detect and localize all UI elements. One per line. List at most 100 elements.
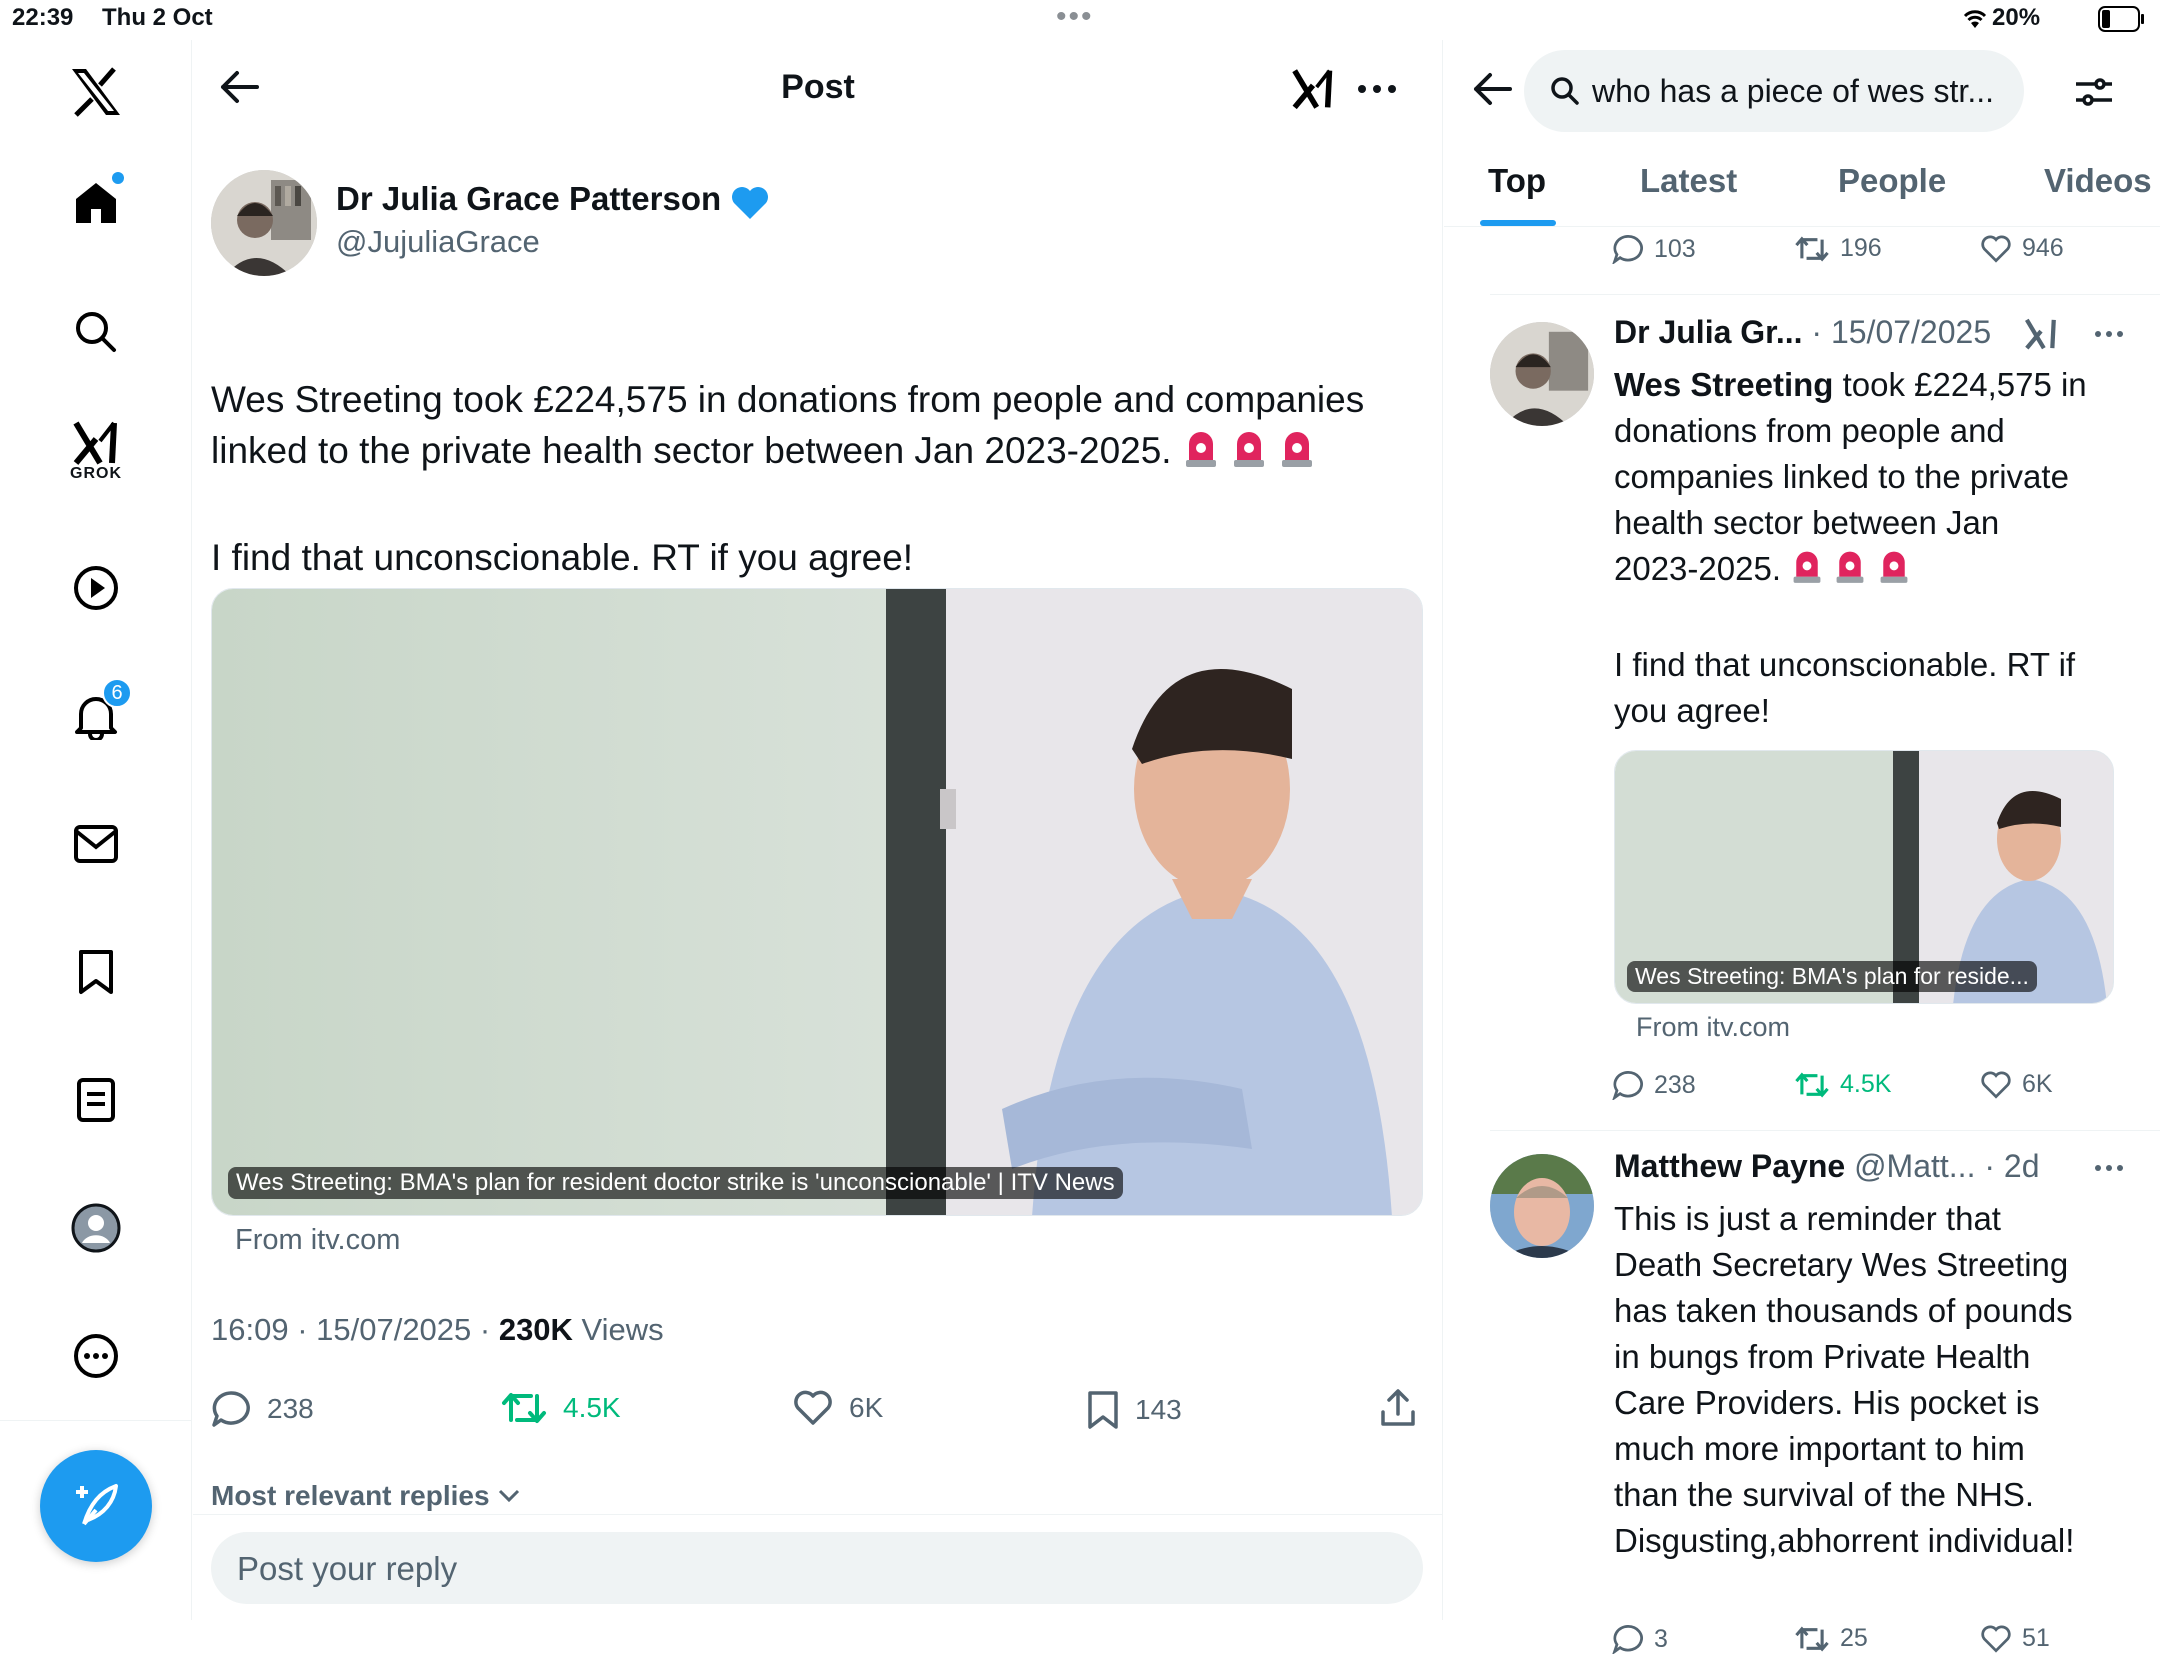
post-text-line-2-text: linked to the private health sector betw… [211, 430, 1172, 471]
post-text-line-2: linked to the private health sector betw… [211, 425, 1431, 481]
siren-emoji-icon [1877, 546, 1911, 596]
result-more-icon[interactable] [2094, 1164, 2124, 1172]
result-text-line: This is just a reminder that [1614, 1200, 2001, 1237]
repost-button[interactable]: 4.5K [501, 1390, 621, 1426]
result-text-line: than the survival of the NHS. [1614, 1476, 2035, 1513]
result-text-line: Death Secretary Wes Streeting [1614, 1246, 2069, 1283]
chevron-down-icon [498, 1489, 519, 1503]
search-filter-icon[interactable] [2074, 72, 2114, 112]
link-card-source[interactable]: From itv.com [235, 1224, 400, 1257]
page-title: Post [781, 68, 855, 106]
share-icon[interactable] [1379, 1388, 1417, 1428]
result-author-name[interactable]: Matthew Payne [1614, 1148, 1845, 1184]
search-icon[interactable] [56, 292, 136, 372]
result-text-line: in bungs from Private Health [1614, 1338, 2031, 1375]
bookmark-button[interactable]: 143 [1087, 1390, 1182, 1430]
result-text-line: has taken thousands of pounds [1614, 1292, 2073, 1329]
result-reply-button[interactable]: 3 [1612, 1624, 1668, 1654]
prev-repost-button[interactable]: 196 [1794, 234, 1882, 263]
x-logo-icon[interactable] [56, 52, 136, 132]
result-grok-icon[interactable] [2024, 318, 2058, 350]
result-like-count: 51 [2022, 1624, 2050, 1652]
result-text-line: you agree! [1614, 692, 1770, 730]
repost-count: 4.5K [563, 1392, 621, 1423]
result-like-count: 6K [2022, 1070, 2053, 1098]
video-icon[interactable] [56, 548, 136, 628]
grok-icon[interactable]: GROK [56, 412, 136, 492]
like-button[interactable]: 6K [793, 1390, 883, 1426]
compose-post-button[interactable] [40, 1450, 152, 1562]
profile-avatar-icon[interactable] [56, 1188, 136, 1268]
prev-reply-button[interactable]: 103 [1612, 234, 1696, 264]
result-link-card-source[interactable]: From itv.com [1636, 1012, 1790, 1043]
result-reply-count: 3 [1654, 1624, 1668, 1653]
result-date: · 2d [1984, 1148, 2040, 1184]
author-handle[interactable]: @JujuliaGrace [336, 224, 540, 260]
result-text-line: donations from people and [1614, 412, 2005, 449]
result-author-name[interactable]: Dr Julia Gr... [1614, 314, 1803, 350]
author-name-text: Dr Julia Grace Patterson [336, 180, 722, 217]
status-bar: 22:39 Thu 2 Oct ••• 20% [0, 0, 2160, 40]
result-handle[interactable]: @Matt... [1854, 1148, 1975, 1184]
result-avatar[interactable] [1490, 1154, 1594, 1258]
lists-icon[interactable] [56, 1060, 136, 1140]
reply-button[interactable]: 238 [211, 1390, 314, 1428]
more-options-icon[interactable] [56, 1316, 136, 1396]
result-header: Dr Julia Gr... · 15/07/2025 [1614, 314, 1991, 351]
tab-videos[interactable]: Videos [2044, 162, 2152, 200]
result-text-line: health sector between Jan [1614, 504, 2000, 541]
home-unread-dot [112, 172, 124, 184]
grok-label: GROK [70, 465, 122, 482]
result-text: Wes Streeting took £224,575 in donations… [1614, 362, 2144, 734]
post-text: Wes Streeting took £224,575 in donations… [211, 374, 1431, 583]
result-link-card-image[interactable]: Wes Streeting: BMA's plan for reside... [1614, 750, 2114, 1004]
result-repost-button[interactable]: 4.5K [1794, 1070, 1891, 1099]
siren-emoji-icon [1278, 426, 1316, 481]
result-repost-button[interactable]: 25 [1794, 1624, 1868, 1653]
prev-like-count: 946 [2022, 234, 2064, 262]
result-like-button[interactable]: 51 [1980, 1624, 2050, 1653]
post-text-line-3: I find that unconscionable. RT if you ag… [211, 536, 914, 578]
search-panel: who has a piece of wes str... Top Latest… [1444, 40, 2160, 1654]
search-query: who has a piece of wes str... [1592, 72, 1994, 109]
tabs-divider [1444, 226, 2160, 227]
search-input[interactable]: who has a piece of wes str... [1524, 50, 2024, 132]
more-icon[interactable] [1357, 84, 1397, 94]
tab-latest[interactable]: Latest [1640, 162, 1737, 200]
tab-top[interactable]: Top [1488, 162, 1546, 200]
battery-icon [2098, 6, 2146, 32]
status-date: Thu 2 Oct [102, 4, 213, 31]
author-name[interactable]: Dr Julia Grace Patterson [336, 180, 770, 221]
tab-people[interactable]: People [1838, 162, 1946, 200]
search-back-arrow-icon[interactable] [1472, 72, 1512, 106]
result-repost-count: 4.5K [1840, 1070, 1892, 1098]
multitask-dots-icon[interactable]: ••• [1056, 0, 1094, 34]
result-reply-button[interactable]: 238 [1612, 1070, 1696, 1100]
result-divider [1490, 1130, 2160, 1131]
result-text-line: Care Providers. His pocket is [1614, 1384, 2040, 1421]
prev-like-button[interactable]: 946 [1980, 234, 2064, 263]
messages-envelope-icon[interactable] [56, 804, 136, 884]
result-more-icon[interactable] [2094, 330, 2124, 338]
reply-input[interactable]: Post your reply [211, 1532, 1423, 1604]
grok-explain-icon[interactable] [1291, 68, 1335, 110]
wifi-icon [1962, 8, 1988, 30]
result-avatar[interactable] [1490, 322, 1594, 426]
result-reply-count: 238 [1654, 1070, 1696, 1099]
result-text: This is just a reminder that Death Secre… [1614, 1196, 2154, 1564]
bookmarks-icon[interactable] [56, 932, 136, 1012]
result-header: Matthew Payne @Matt... · 2d [1614, 1148, 2039, 1185]
prev-reply-count: 103 [1654, 234, 1696, 263]
notifications-bell-icon[interactable]: 6 [56, 676, 136, 756]
link-card-image[interactable]: Wes Streeting: BMA's plan for resident d… [211, 588, 1423, 1216]
result-text-line: companies linked to the private [1614, 458, 2069, 495]
battery-percent: 20% [1992, 4, 2041, 31]
result-text-bold: Wes Streeting [1614, 366, 1834, 403]
result-like-button[interactable]: 6K [1980, 1070, 2053, 1099]
siren-emoji-icon [1833, 546, 1867, 596]
post-timestamp: 16:09 · 15/07/2025 · [211, 1312, 499, 1347]
most-relevant-replies-dropdown[interactable]: Most relevant replies [211, 1480, 520, 1512]
author-avatar[interactable] [211, 170, 317, 276]
home-icon[interactable] [56, 162, 136, 242]
siren-emoji-icon [1790, 546, 1824, 596]
